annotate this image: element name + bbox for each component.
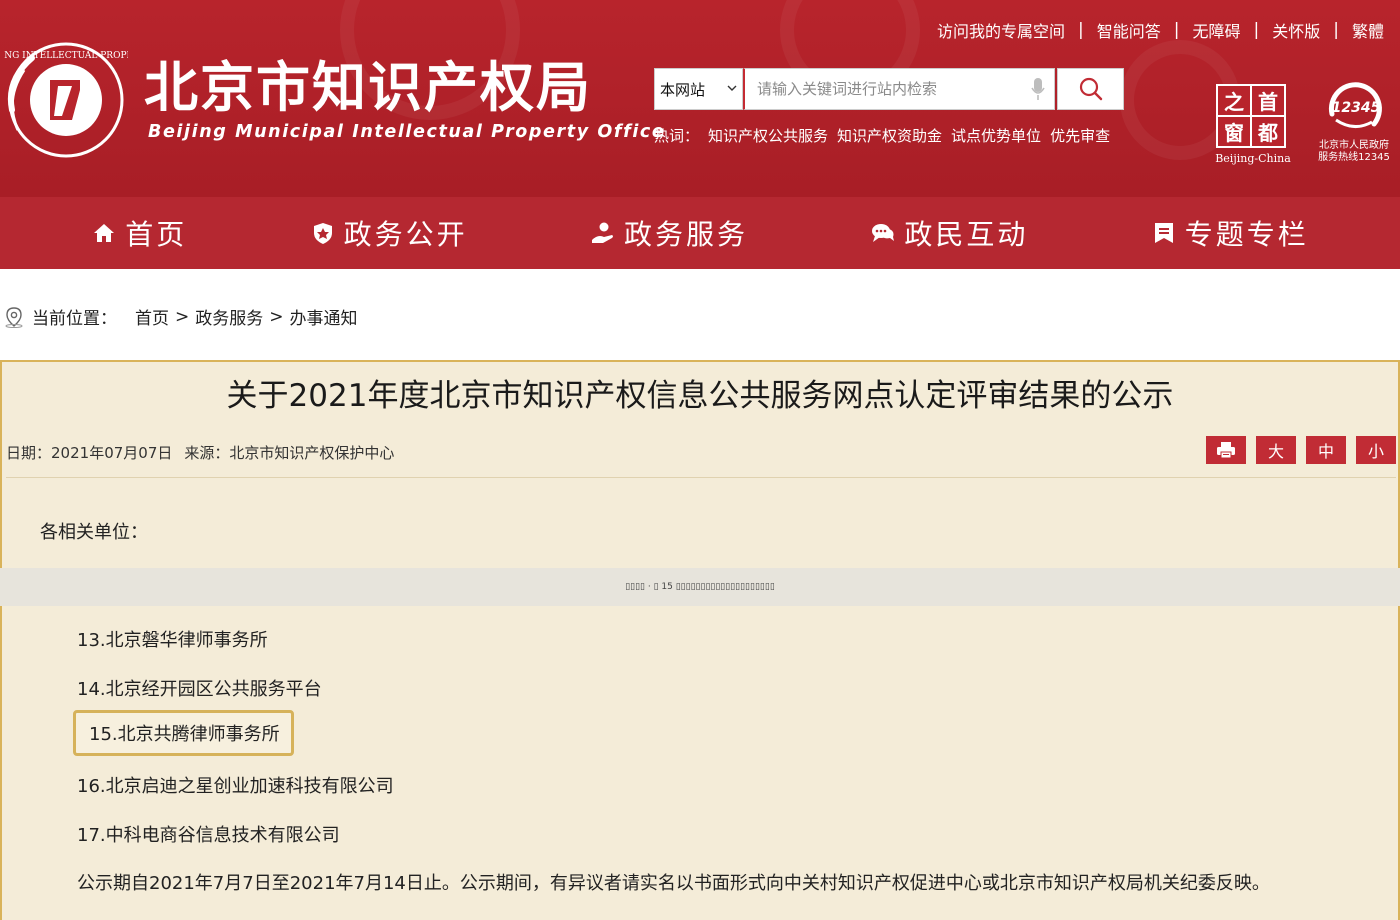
nav-label: 首页: [125, 218, 188, 251]
site-title[interactable]: 北京市知识产权局: [144, 55, 592, 119]
article-source: 北京市知识产权保护中心: [229, 444, 395, 462]
date-label: 日期：: [6, 444, 52, 462]
list-item-text: 15.北京共腾律师事务所: [89, 724, 280, 745]
service-hand-icon: [591, 222, 613, 243]
search-scope-select[interactable]: 本网站: [654, 68, 743, 110]
main-nav: 首页 政务公开 政务服务 政民互动 专题专栏: [0, 197, 1400, 269]
hotwords-label: 热词：: [654, 127, 700, 145]
location-pin-icon: [5, 306, 23, 328]
capital-logo-char: 之: [1218, 86, 1250, 115]
breadcrumb-label: 当前位置：: [32, 309, 117, 329]
capital-logo-seal: 之 首 窗 都: [1216, 84, 1286, 148]
list-item: 17.中科电商谷信息技术有限公司: [77, 825, 340, 846]
nav-government-services[interactable]: 政务服务: [590, 213, 748, 253]
nav-label: 政民互动: [904, 218, 1029, 251]
hotline-caption-line: 服务热线12345: [1318, 152, 1390, 163]
hotline-caption-line: 北京市人民政府: [1319, 140, 1389, 151]
link-smart-qa[interactable]: 智能问答: [1097, 18, 1161, 42]
search-bar: 本网站: [654, 68, 1124, 110]
hotword-link[interactable]: 知识产权公共服务: [708, 127, 828, 145]
article-greeting: 各相关单位：: [40, 522, 148, 543]
font-size-small-button[interactable]: 小: [1356, 436, 1396, 464]
top-links: 访问我的专属空间 | 智能问答 | 无障碍 | 关怀版 | 繁體: [937, 18, 1384, 42]
article-tools: 大 中 小: [1196, 436, 1396, 464]
search-scope-value: 本网站: [660, 80, 706, 99]
hotline-caption: 北京市人民政府 服务热线12345: [1312, 140, 1396, 164]
search-input[interactable]: [743, 68, 1055, 110]
capital-logo-char: 首: [1252, 86, 1284, 115]
hotwords: 热词： 知识产权公共服务 知识产权资助金 试点优势单位 优先审查: [654, 125, 1119, 146]
ipo-emblem-logo[interactable]: BEIJING INTELLECTUAL PROPERTY: [4, 40, 128, 160]
print-button[interactable]: [1206, 436, 1246, 464]
microphone-icon[interactable]: [1030, 77, 1046, 101]
nav-label: 政务服务: [623, 218, 748, 251]
capital-logo-char: 窗: [1218, 117, 1250, 146]
hotword-link[interactable]: 知识产权资助金: [837, 127, 942, 145]
link-separator: |: [1333, 20, 1339, 40]
capital-logo-caption: Beijing-China: [1215, 152, 1291, 165]
omitted-content-text: ▯▯▯▯ · ▯ 15 ▯▯▯▯▯▯▯▯▯▯▯▯▯▯▯▯▯▯▯▯: [625, 582, 775, 592]
nav-label: 政务公开: [343, 218, 468, 251]
breadcrumb: 当前位置： 首页 > 政务服务 > 办事通知: [4, 304, 358, 329]
breadcrumb-separator: >: [269, 306, 284, 327]
chat-bubbles-icon: [872, 224, 895, 242]
meta-divider: [6, 477, 1396, 478]
print-icon: [1217, 442, 1235, 459]
nav-label: 专题专栏: [1184, 218, 1309, 251]
home-icon: [94, 224, 115, 242]
hotword-link[interactable]: 优先审查: [1050, 127, 1110, 145]
link-separator: |: [1078, 20, 1084, 40]
link-traditional-chinese[interactable]: 繁體: [1352, 18, 1384, 42]
nav-special-topics[interactable]: 专题专栏: [1151, 213, 1309, 253]
hotline-number: 12345: [1332, 100, 1381, 116]
article-panel: 关于2021年度北京市知识产权信息公共服务网点认定评审结果的公示 日期：2021…: [0, 360, 1400, 920]
link-personal-space[interactable]: 访问我的专属空间: [937, 18, 1065, 42]
font-size-large-button[interactable]: 大: [1256, 436, 1296, 464]
nav-home[interactable]: 首页: [91, 213, 187, 253]
link-separator: |: [1173, 20, 1180, 40]
capital-window-logo[interactable]: 之 首 窗 都 Beijing-China: [1212, 84, 1294, 168]
hotword-link[interactable]: 试点优势单位: [951, 127, 1041, 145]
link-accessibility[interactable]: 无障碍: [1192, 18, 1240, 42]
nav-public-interaction[interactable]: 政民互动: [870, 213, 1028, 253]
link-care-version[interactable]: 关怀版: [1272, 18, 1320, 42]
list-item: 16.北京启迪之星创业加速科技有限公司: [77, 776, 394, 797]
breadcrumb-government-services[interactable]: 政务服务: [195, 304, 263, 329]
breadcrumb-home[interactable]: 首页: [135, 304, 169, 329]
nav-government-affairs[interactable]: 政务公开: [310, 213, 468, 253]
list-item: 14.北京经开园区公共服务平台: [77, 679, 322, 700]
notice-paragraph: 公示期自2021年7月7日至2021年7月14日止。公示期间，有异议者请实名以书…: [77, 873, 1270, 894]
omitted-content-banner: ▯▯▯▯ · ▯ 15 ▯▯▯▯▯▯▯▯▯▯▯▯▯▯▯▯▯▯▯▯: [0, 568, 1400, 606]
search-icon: [1079, 77, 1102, 101]
article-date: 2021年07月07日: [51, 444, 173, 462]
capital-logo-char: 都: [1252, 117, 1284, 146]
source-label: 来源：: [184, 444, 230, 462]
breadcrumb-notices[interactable]: 办事通知: [290, 304, 358, 329]
site-header: BEIJING INTELLECTUAL PROPERTY 北京市知识产权局 B…: [0, 0, 1400, 197]
link-separator: |: [1253, 20, 1260, 40]
font-size-medium-button[interactable]: 中: [1306, 436, 1346, 464]
emblem-text: BEIJING INTELLECTUAL PROPERTY: [4, 51, 128, 61]
shield-icon: [313, 223, 332, 244]
article-meta: 日期：2021年07月07日 来源：北京市知识产权保护中心: [6, 442, 394, 463]
chevron-down-icon: [727, 85, 737, 91]
hotline-12345-logo[interactable]: 12345 北京市人民政府 服务热线12345: [1312, 80, 1396, 170]
hotline-badge-icon: 12345: [1328, 82, 1382, 128]
article-title: 关于2021年度北京市知识产权信息公共服务网点认定评审结果的公示: [226, 378, 1174, 414]
site-subtitle: Beijing Municipal Intellectual Property …: [148, 122, 666, 142]
list-item-highlighted: 15.北京共腾律师事务所: [73, 710, 294, 756]
breadcrumb-separator: >: [175, 306, 190, 327]
search-button[interactable]: [1057, 68, 1124, 110]
bookmark-list-icon: [1154, 223, 1173, 243]
list-item: 13.北京磐华律师事务所: [77, 630, 268, 651]
